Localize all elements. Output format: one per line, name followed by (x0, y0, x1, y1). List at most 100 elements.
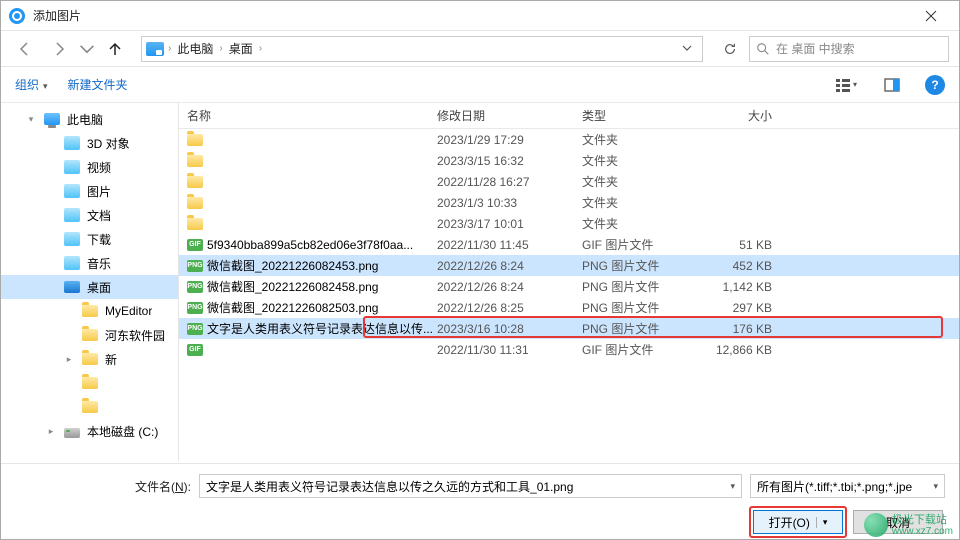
file-row[interactable]: 2023/1/3 10:33文件夹 (179, 192, 959, 213)
preview-pane-button[interactable] (879, 73, 905, 97)
crumb-sep-icon: › (219, 43, 222, 54)
folder-icon (187, 155, 207, 167)
file-type: 文件夹 (582, 215, 702, 232)
up-button[interactable] (101, 35, 129, 63)
close-icon (925, 10, 937, 22)
file-name: 5f9340bba899a5cb82ed06e3f78f0aa... (207, 238, 437, 252)
filename-input[interactable]: 文字是人类用表义符号记录表达信息以传之久远的方式和工具_01.png ▾ (199, 474, 742, 498)
file-list[interactable]: 名称 修改日期 类型 大小 2023/1/29 17:29文件夹2023/3/1… (179, 103, 959, 461)
expand-icon[interactable]: ▾ (25, 114, 37, 125)
column-header-name[interactable]: 名称 (187, 107, 437, 124)
file-size: 12,866 KB (702, 343, 802, 357)
view-menu[interactable] (833, 73, 859, 97)
generic-icon (63, 207, 81, 223)
file-date: 2023/3/16 10:28 (437, 322, 582, 336)
file-row[interactable]: PNG微信截图_20221226082503.png2022/12/26 8:2… (179, 297, 959, 318)
file-row[interactable]: 2023/3/17 10:01文件夹 (179, 213, 959, 234)
open-dropdown[interactable]: ▾ (816, 517, 828, 528)
file-name: 微信截图_20221226082453.png (207, 257, 437, 274)
file-date: 2022/11/30 11:45 (437, 238, 582, 252)
folder-icon (81, 375, 99, 391)
file-row[interactable]: 2023/1/29 17:29文件夹 (179, 129, 959, 150)
file-row[interactable]: PNG微信截图_20221226082453.png2022/12/26 8:2… (179, 255, 959, 276)
app-icon (9, 8, 25, 24)
filetype-filter[interactable]: 所有图片(*.tiff;*.tbi;*.png;*.jpe ▾ (750, 474, 945, 498)
file-row[interactable]: GIF2022/11/30 11:31GIF 图片文件12,866 KB (179, 339, 959, 360)
sidebar-tree[interactable]: ▾此电脑3D 对象视频图片文档下载音乐桌面MyEditor河东软件园▸新▸本地磁… (1, 103, 179, 461)
file-size: 51 KB (702, 238, 802, 252)
tree-item[interactable]: 音乐 (1, 251, 178, 275)
chevron-down-icon[interactable]: ▾ (730, 481, 735, 492)
file-type: 文件夹 (582, 173, 702, 190)
png-icon: PNG (187, 260, 207, 272)
file-date: 2023/1/29 17:29 (437, 133, 582, 147)
chevron-down-icon (79, 41, 95, 57)
file-name: 文字是人类用表义符号记录表达信息以传... (207, 320, 437, 337)
file-date: 2022/12/26 8:24 (437, 259, 582, 273)
search-input[interactable]: 在 桌面 中搜索 (749, 36, 949, 62)
titlebar: 添加图片 (1, 1, 959, 31)
file-type: 文件夹 (582, 131, 702, 148)
folder-icon (81, 327, 99, 343)
window-title: 添加图片 (33, 7, 911, 24)
tree-item-label: 本地磁盘 (C:) (87, 423, 158, 440)
generic-icon (63, 255, 81, 271)
generic-icon (63, 159, 81, 175)
dialog-body: ▾此电脑3D 对象视频图片文档下载音乐桌面MyEditor河东软件园▸新▸本地磁… (1, 103, 959, 461)
tree-item[interactable]: ▸ 本地磁盘 (C:) (1, 419, 178, 443)
column-header-size[interactable]: 大小 (702, 107, 802, 124)
cancel-button[interactable]: 取消 (853, 510, 943, 534)
close-button[interactable] (911, 1, 951, 31)
tree-item[interactable]: 河东软件园 (1, 323, 178, 347)
breadcrumb-desktop[interactable]: 桌面 (227, 40, 255, 57)
forward-button[interactable] (45, 35, 73, 63)
tree-item[interactable]: 文档 (1, 203, 178, 227)
tree-item[interactable]: 下载 (1, 227, 178, 251)
refresh-icon (723, 42, 737, 56)
file-row[interactable]: 2022/11/28 16:27文件夹 (179, 171, 959, 192)
tree-item[interactable]: 3D 对象 (1, 131, 178, 155)
address-dropdown[interactable] (676, 42, 698, 56)
filename-value: 文字是人类用表义符号记录表达信息以传之久远的方式和工具_01.png (206, 478, 573, 495)
file-type: GIF 图片文件 (582, 236, 702, 253)
back-button[interactable] (11, 35, 39, 63)
recent-dropdown[interactable] (79, 35, 95, 63)
tree-item[interactable] (1, 371, 178, 395)
tree-item[interactable] (1, 395, 178, 419)
tree-item[interactable]: 图片 (1, 179, 178, 203)
column-header-date[interactable]: 修改日期 (437, 107, 582, 124)
column-header-type[interactable]: 类型 (582, 107, 702, 124)
nav-bar: › 此电脑 › 桌面 › 在 桌面 中搜索 (1, 31, 959, 67)
file-row[interactable]: PNG文字是人类用表义符号记录表达信息以传...2023/3/16 10:28P… (179, 318, 959, 339)
file-row[interactable]: 2023/3/15 16:32文件夹 (179, 150, 959, 171)
column-header-row: 名称 修改日期 类型 大小 (179, 103, 959, 129)
tree-item[interactable]: ▸新 (1, 347, 178, 371)
open-button[interactable]: 打开(O) ▾ (753, 510, 843, 534)
expand-icon[interactable]: ▸ (63, 354, 75, 365)
tree-item-label: 文档 (87, 207, 111, 224)
file-date: 2022/11/28 16:27 (437, 175, 582, 189)
button-row: 打开(O) ▾ 取消 (15, 510, 945, 534)
new-folder-button[interactable]: 新建文件夹 (68, 76, 128, 93)
expand-icon[interactable]: ▸ (45, 426, 57, 437)
folder-icon (187, 176, 207, 188)
file-row[interactable]: GIF5f9340bba899a5cb82ed06e3f78f0aa...202… (179, 234, 959, 255)
tree-item-label: 音乐 (87, 255, 111, 272)
filename-label: 文件名(N): (135, 478, 191, 495)
tree-item[interactable]: 桌面 (1, 275, 178, 299)
file-row[interactable]: PNG微信截图_20221226082458.png2022/12/26 8:2… (179, 276, 959, 297)
tree-item[interactable]: MyEditor (1, 299, 178, 323)
refresh-button[interactable] (715, 36, 743, 62)
open-button-label: 打开(O) (769, 514, 810, 531)
tree-item[interactable]: ▾此电脑 (1, 107, 178, 131)
organize-menu[interactable]: 组织 (15, 76, 48, 93)
footer: 文件名(N): 文字是人类用表义符号记录表达信息以传之久远的方式和工具_01.p… (1, 463, 959, 539)
tree-item-label: 视频 (87, 159, 111, 176)
breadcrumb-this-pc[interactable]: 此电脑 (175, 40, 215, 57)
tree-item-label: 下载 (87, 231, 111, 248)
help-button[interactable]: ? (925, 75, 945, 95)
tree-item[interactable]: 视频 (1, 155, 178, 179)
tree-item-label: MyEditor (105, 304, 152, 318)
address-bar[interactable]: › 此电脑 › 桌面 › (141, 36, 703, 62)
file-size: 452 KB (702, 259, 802, 273)
